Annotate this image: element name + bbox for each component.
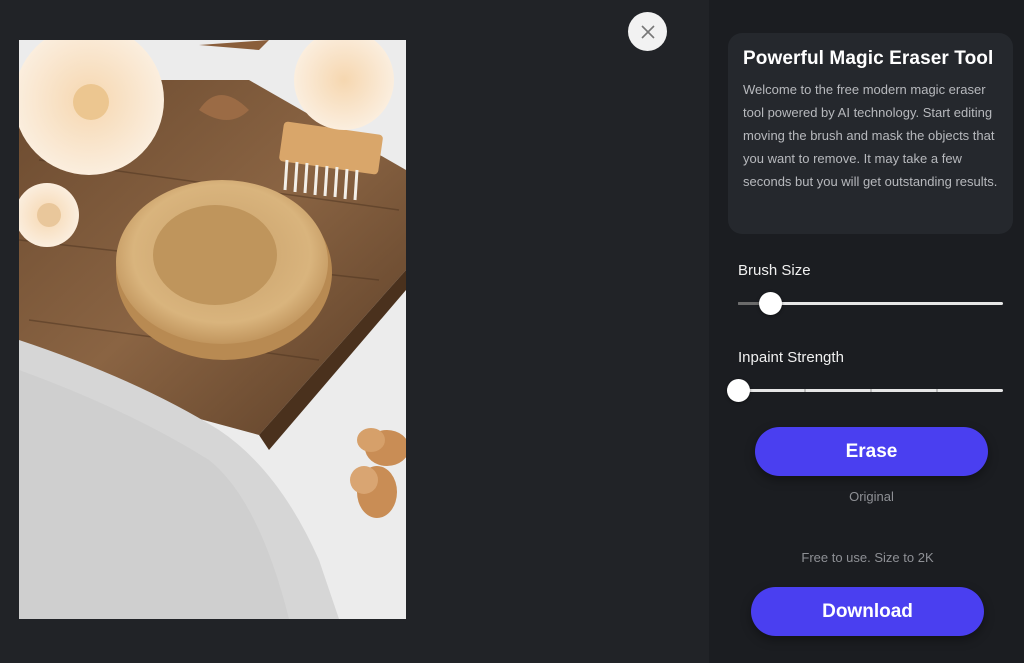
slider-tick <box>804 389 806 392</box>
panel-title: Powerful Magic Eraser Tool <box>743 48 994 69</box>
erase-button[interactable]: Erase <box>755 427 988 476</box>
free-note: Free to use. Size to 2K <box>801 550 934 565</box>
tool-panel: Powerful Magic Eraser Tool Welcome to th… <box>709 0 1024 663</box>
inpaint-strength-thumb[interactable] <box>727 379 750 402</box>
edited-photo[interactable] <box>19 40 406 619</box>
close-icon <box>640 24 655 39</box>
brush-size-thumb[interactable] <box>758 292 782 315</box>
photo-illustration <box>19 40 406 619</box>
slider-tick <box>870 389 872 392</box>
download-button[interactable]: Download <box>751 587 984 636</box>
inpaint-strength-slider[interactable] <box>727 379 1003 402</box>
slider-tick <box>936 389 938 392</box>
brush-size-slider[interactable] <box>738 292 1003 315</box>
original-toggle[interactable]: Original <box>755 489 988 504</box>
brush-size-label: Brush Size <box>738 262 811 279</box>
panel-description: Welcome to the free modern magic eraser … <box>743 82 998 189</box>
close-button[interactable] <box>628 12 667 51</box>
image-viewer <box>0 0 709 663</box>
inpaint-strength-label: Inpaint Strength <box>738 349 844 366</box>
info-card: Powerful Magic Eraser Tool Welcome to th… <box>728 33 1013 234</box>
